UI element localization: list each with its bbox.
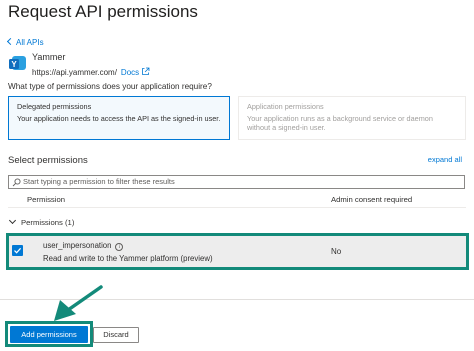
docs-link-label: Docs [120,68,140,77]
footer-divider [0,299,474,300]
divider [8,207,466,208]
api-url: https://api.yammer.com/ [32,68,117,77]
expand-all-link[interactable]: expand all [428,155,462,164]
select-permissions-label: Select permissions [8,155,88,166]
chevron-left-icon [6,37,15,46]
permission-type-question: What type of permissions does your appli… [8,82,212,91]
svg-text:Y: Y [11,60,17,69]
api-url-line: https://api.yammer.com/Docs [32,67,150,77]
discard-button[interactable]: Discard [93,327,139,343]
checkmark-icon [14,247,22,254]
permission-filter-input[interactable]: Start typing a permission to filter thes… [8,175,465,189]
application-permissions-card[interactable]: Application permissions Your application… [238,96,466,140]
column-header-admin-consent: Admin consent required [331,195,413,204]
card-title: Application permissions [247,102,324,111]
external-link-icon [142,67,150,75]
permission-name-label: user_impersonation [43,241,112,250]
back-link-all-apis[interactable]: All APIs [6,37,44,47]
delegated-permissions-card[interactable]: Delegated permissions Your application n… [8,96,230,140]
back-link-label: All APIs [16,38,44,47]
permissions-group-label: Permissions (1) [21,218,75,227]
chevron-down-icon [8,216,17,225]
filter-placeholder: Start typing a permission to filter thes… [23,177,175,186]
info-icon[interactable]: i [115,243,124,251]
highlight-box [6,233,469,270]
card-title: Delegated permissions [17,102,92,111]
card-description: Your application runs as a background se… [247,113,433,133]
column-header-permission: Permission [27,195,66,204]
permission-description: Read and write to the Yammer platform (p… [43,254,213,263]
admin-consent-value: No [331,247,342,256]
search-icon [12,178,21,187]
permission-name: user_impersonation i [43,241,124,251]
page-title: Request API permissions [8,2,198,21]
permissions-group-toggle[interactable]: Permissions (1) [8,216,75,227]
yammer-logo-icon: Y [9,56,26,70]
api-name: Yammer [32,52,66,62]
add-permissions-button[interactable]: Add permissions [10,326,88,343]
permission-checkbox[interactable] [12,245,23,256]
docs-link[interactable]: Docs [120,67,150,77]
card-description: Your application needs to access the API… [17,113,221,123]
